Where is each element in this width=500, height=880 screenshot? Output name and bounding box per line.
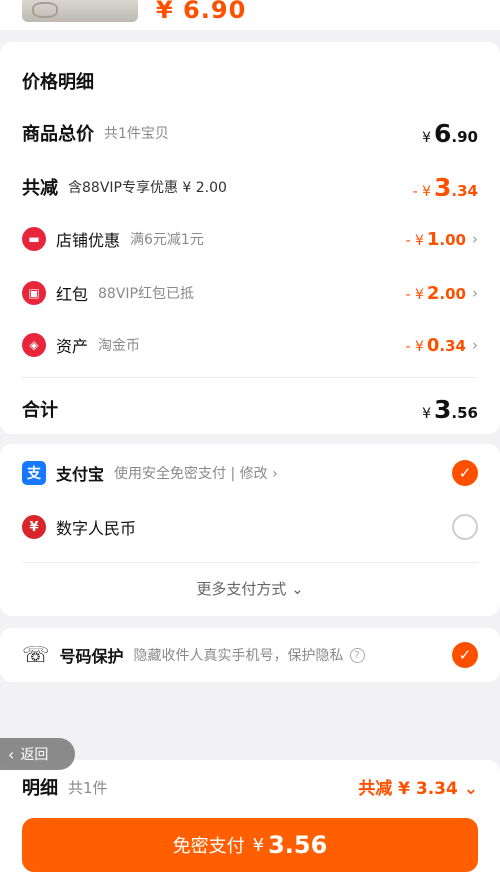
chevron-left-icon: ‹ (8, 744, 15, 764)
alipay-icon: 支 (22, 461, 46, 485)
payment-card: 支 支付宝 使用安全免密支付 | 修改 › ✓ ¥ 数字人民币 更多支付方式 ⌄ (0, 444, 500, 616)
red-packet-row[interactable]: ▣ 红包 88VIP红包已抵 - ¥ 2 .00 › (22, 278, 478, 308)
chevron-right-icon: › (472, 284, 478, 302)
pay-button[interactable]: 免密支付 ¥ 3.56 (22, 818, 478, 872)
chevron-right-icon: › (472, 336, 478, 354)
total-discount-sub: 含88VIP专享优惠 ¥ 2.00 (68, 180, 227, 196)
bottom-bar: 明细 共1件 共减 ¥ 3.34 ⌄ 免密支付 ¥ 3.56 (0, 760, 500, 880)
total-saved-toggle[interactable]: 共减 ¥ 3.34 ⌄ (358, 774, 478, 799)
item-count: 共1件 (68, 779, 108, 797)
asset-row[interactable]: ◈ 资产 淘金币 - ¥ 0 .34 › (22, 330, 478, 360)
check-icon[interactable]: ✓ (452, 460, 478, 486)
product-thumbnail[interactable] (22, 0, 138, 22)
price-detail-card: 价格明细 商品总价 共1件宝贝 ¥ 6 .90 共减 含88VIP专享优惠 ¥ … (0, 42, 500, 434)
red-packet-icon: ▣ (22, 281, 46, 305)
price-detail-title: 价格明细 (22, 72, 94, 93)
phone-protect-card: ☏ 号码保护 隐藏收件人真实手机号，保护隐私 ? ✓ (0, 628, 500, 682)
total-amount: ¥ 3 .56 (422, 394, 478, 424)
total-discount-row: 共减 含88VIP专享优惠 ¥ 2.00 - ¥ 3 .34 (22, 172, 478, 202)
goods-total-label: 商品总价 (22, 124, 94, 145)
total-label: 合计 (22, 400, 58, 421)
total-row: 合计 ¥ 3 .56 (22, 394, 478, 424)
store-discount-row[interactable]: ▬ 店铺优惠 满6元减1元 - ¥ 1 .00 › (22, 224, 478, 254)
product-strip: ¥ 6.90 (0, 0, 500, 30)
digital-rmb-icon: ¥ (22, 515, 46, 539)
coin-tag-icon: ◈ (22, 333, 46, 357)
back-button[interactable]: ‹ 返回 (0, 738, 75, 770)
store-icon: ▬ (22, 227, 46, 251)
total-discount-label: 共减 (22, 178, 58, 199)
more-payment-methods[interactable]: 更多支付方式 ⌄ (0, 578, 500, 599)
divider (22, 562, 478, 563)
divider (22, 377, 478, 378)
total-discount-amount: - ¥ 3 .34 (412, 172, 478, 202)
goods-total-sub: 共1件宝贝 (104, 126, 169, 142)
goods-total-amount: ¥ 6 .90 (422, 118, 478, 148)
help-icon[interactable]: ? (349, 647, 365, 663)
detail-label[interactable]: 明细 (22, 774, 58, 800)
phone-protect-row[interactable]: ☏ 号码保护 隐藏收件人真实手机号，保护隐私 ? ✓ (22, 640, 478, 670)
phone-icon: ☏ (22, 642, 50, 668)
radio-unchecked[interactable] (452, 514, 478, 540)
check-icon[interactable]: ✓ (452, 642, 478, 668)
payment-option-ecny[interactable]: ¥ 数字人民币 (22, 512, 478, 542)
chevron-right-icon: › (472, 230, 478, 248)
product-price: ¥ 6.90 (156, 0, 247, 24)
payment-option-alipay[interactable]: 支 支付宝 使用安全免密支付 | 修改 › ✓ (22, 458, 478, 488)
goods-total-row: 商品总价 共1件宝贝 ¥ 6 .90 (22, 118, 478, 148)
alipay-modify-link[interactable]: 使用安全免密支付 | 修改 › (114, 463, 278, 483)
